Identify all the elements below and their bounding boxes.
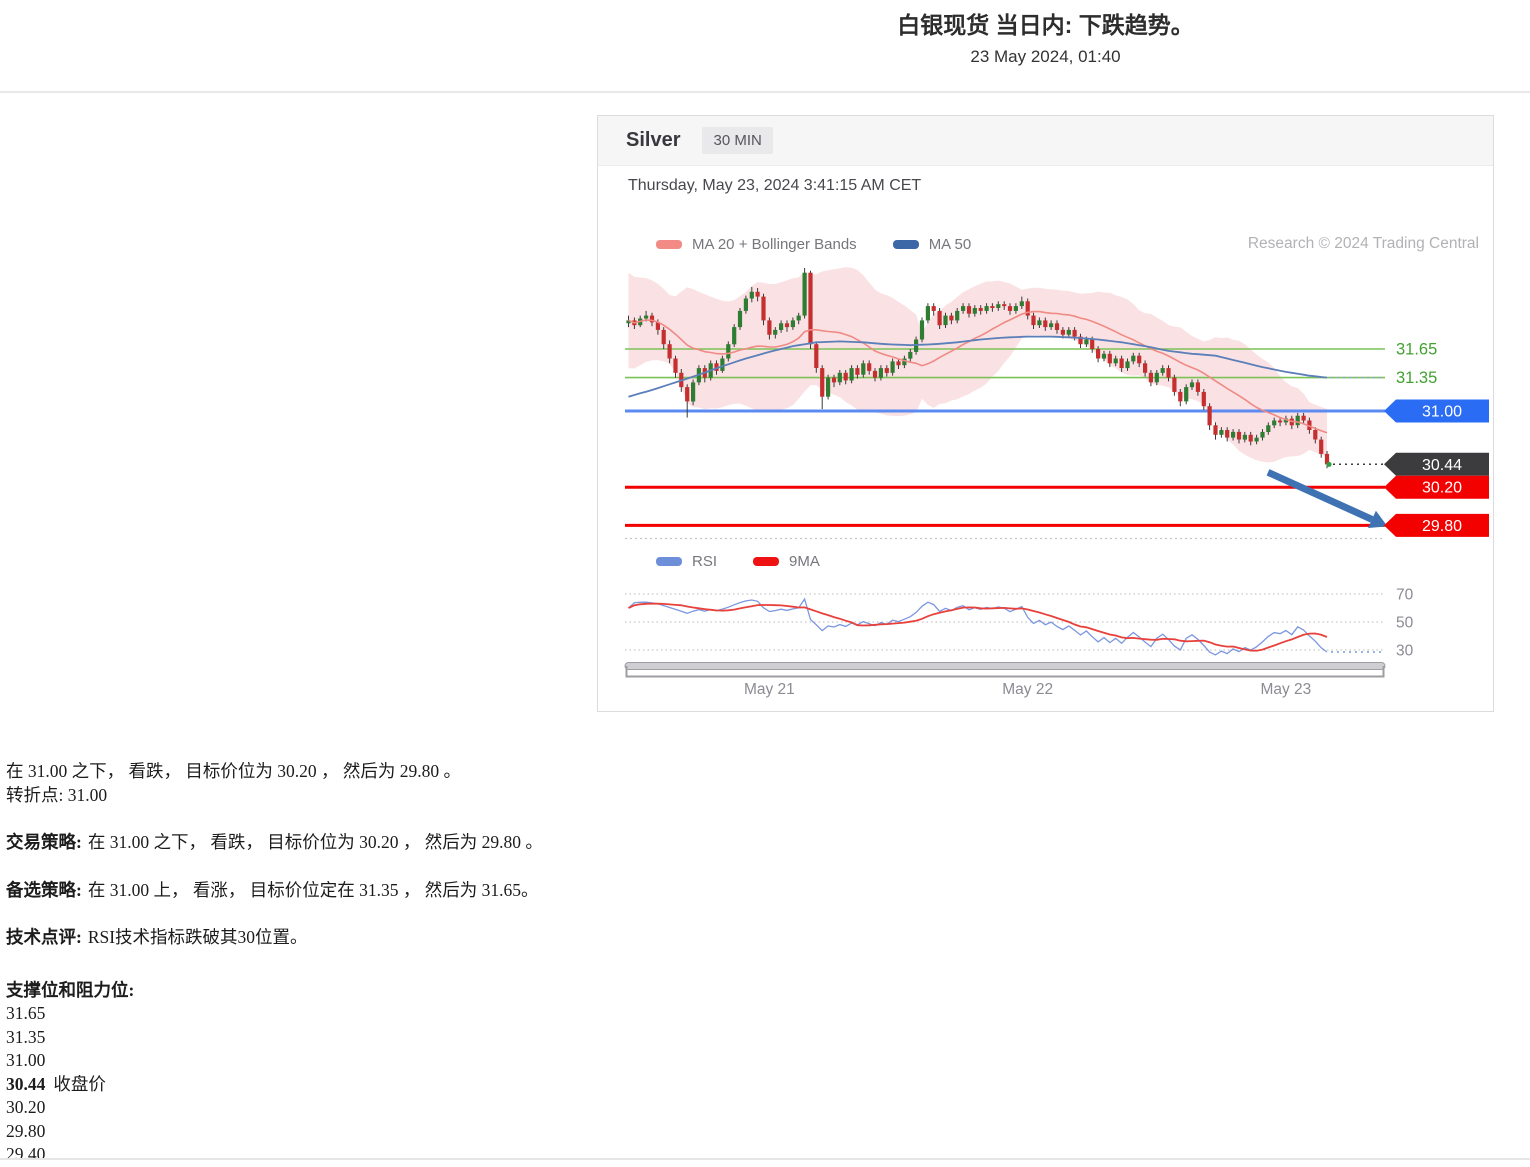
alt-strategy-text: 在 31.00 上， 看涨， 目标价位定在 31.35 ， 然后为 31.65。 xyxy=(88,880,539,900)
level-value: 30.20 xyxy=(6,1096,946,1120)
price-badge-label: 30.20 xyxy=(1422,480,1462,497)
level-value: 29.40 xyxy=(6,1143,946,1167)
ma20-bollinger-legend-swatch xyxy=(656,240,682,249)
level-label: 31.35 xyxy=(1396,369,1437,387)
pivot-line: 转折点: 31.00 xyxy=(6,785,107,805)
price-badge-label: 30.44 xyxy=(1422,457,1462,474)
tech-comment-text: RSI技术指标跌破其30位置。 xyxy=(88,927,308,947)
footer-divider xyxy=(0,1158,1530,1160)
rsi-ma-legend-swatch xyxy=(753,557,779,566)
rsi-guide-label: 30 xyxy=(1396,643,1414,660)
ma50-legend-swatch xyxy=(893,240,919,249)
rsi-chart: 70 50 30 May 21 May 22 May 23 xyxy=(598,572,1493,700)
interval-badge: 30 MIN xyxy=(702,127,772,154)
rsi-legend-label: RSI xyxy=(692,553,717,570)
page-header: 白银现货 当日内: 下跌趋势。 23 May 2024, 01:40 xyxy=(597,10,1494,67)
price-chart: 31.65 31.35 31.00 30.44 30.20 29.80 xyxy=(598,251,1493,551)
trade-strategy-label: 交易策略: xyxy=(6,832,82,852)
trend-arrow-shaft xyxy=(1268,472,1372,519)
support-resistance-block: 支撑位和阻力位: 31.65 31.35 31.00 30.44 收盘价 30.2… xyxy=(6,979,946,1167)
x-axis-label: May 21 xyxy=(744,681,795,698)
report-summary: 在 31.00 之下， 看跌， 目标价位为 30.20 ， 然后为 29.80 … xyxy=(6,760,946,807)
symbol-name: Silver xyxy=(626,129,680,152)
tech-comment-paragraph: 技术点评: RSI技术指标跌破其30位置。 xyxy=(6,926,946,950)
support-resistance-heading: 支撑位和阻力位: xyxy=(6,980,134,1000)
rsi-ma-legend-label: 9MA xyxy=(789,553,820,570)
x-axis-label: May 22 xyxy=(1002,681,1053,698)
level-value: 29.80 xyxy=(6,1120,946,1144)
price-badge-label: 29.80 xyxy=(1422,518,1462,535)
rsi-guide-label: 70 xyxy=(1396,587,1414,604)
level-label: 31.65 xyxy=(1396,341,1437,359)
rsi-legend-swatch xyxy=(656,557,682,566)
level-value: 31.35 xyxy=(6,1026,946,1050)
chart-card: Silver 30 MIN Thursday, May 23, 2024 3:4… xyxy=(597,115,1494,712)
x-axis-label: May 23 xyxy=(1260,681,1311,698)
chart-timestamp: Thursday, May 23, 2024 3:41:15 AM CET xyxy=(628,177,921,195)
header-divider xyxy=(0,91,1530,93)
price-badge-label: 31.00 xyxy=(1422,404,1462,421)
ma50-legend-label: MA 50 xyxy=(929,236,972,253)
last-price-suffix: 收盘价 xyxy=(53,1074,106,1094)
last-price-row: 30.44 收盘价 xyxy=(6,1073,946,1097)
rsi-legend: RSI 9MA xyxy=(656,553,856,570)
rsi-ma-line xyxy=(629,604,1328,651)
ma20-bollinger-legend-label: MA 20 + Bollinger Bands xyxy=(692,236,857,253)
chart-scrollbar[interactable] xyxy=(625,663,1385,670)
summary-line: 在 31.00 之下， 看跌， 目标价位为 30.20 ， 然后为 29.80 … xyxy=(6,761,461,781)
trade-strategy-text: 在 31.00 之下， 看跌， 目标价位为 30.20 ， 然后为 29.80 … xyxy=(88,832,543,852)
alt-strategy-paragraph: 备选策略: 在 31.00 上， 看涨， 目标价位定在 31.35 ， 然后为 3… xyxy=(6,879,946,903)
page-title: 白银现货 当日内: 下跌趋势。 xyxy=(597,10,1494,40)
trade-strategy-paragraph: 交易策略: 在 31.00 之下， 看跌， 目标价位为 30.20 ， 然后为 2… xyxy=(6,831,946,855)
report-date: 23 May 2024, 01:40 xyxy=(597,47,1494,67)
alt-strategy-label: 备选策略: xyxy=(6,880,82,900)
level-value: 31.65 xyxy=(6,1002,946,1026)
last-price-dot xyxy=(1326,462,1331,467)
last-price-value: 30.44 xyxy=(6,1074,45,1094)
rsi-guide-label: 50 xyxy=(1396,615,1414,632)
level-value: 31.00 xyxy=(6,1049,946,1073)
chart-card-header: Silver 30 MIN xyxy=(598,116,1493,166)
tech-comment-label: 技术点评: xyxy=(6,927,82,947)
analysis-report: 在 31.00 之下， 看跌， 目标价位为 30.20 ， 然后为 29.80 … xyxy=(6,760,946,1167)
